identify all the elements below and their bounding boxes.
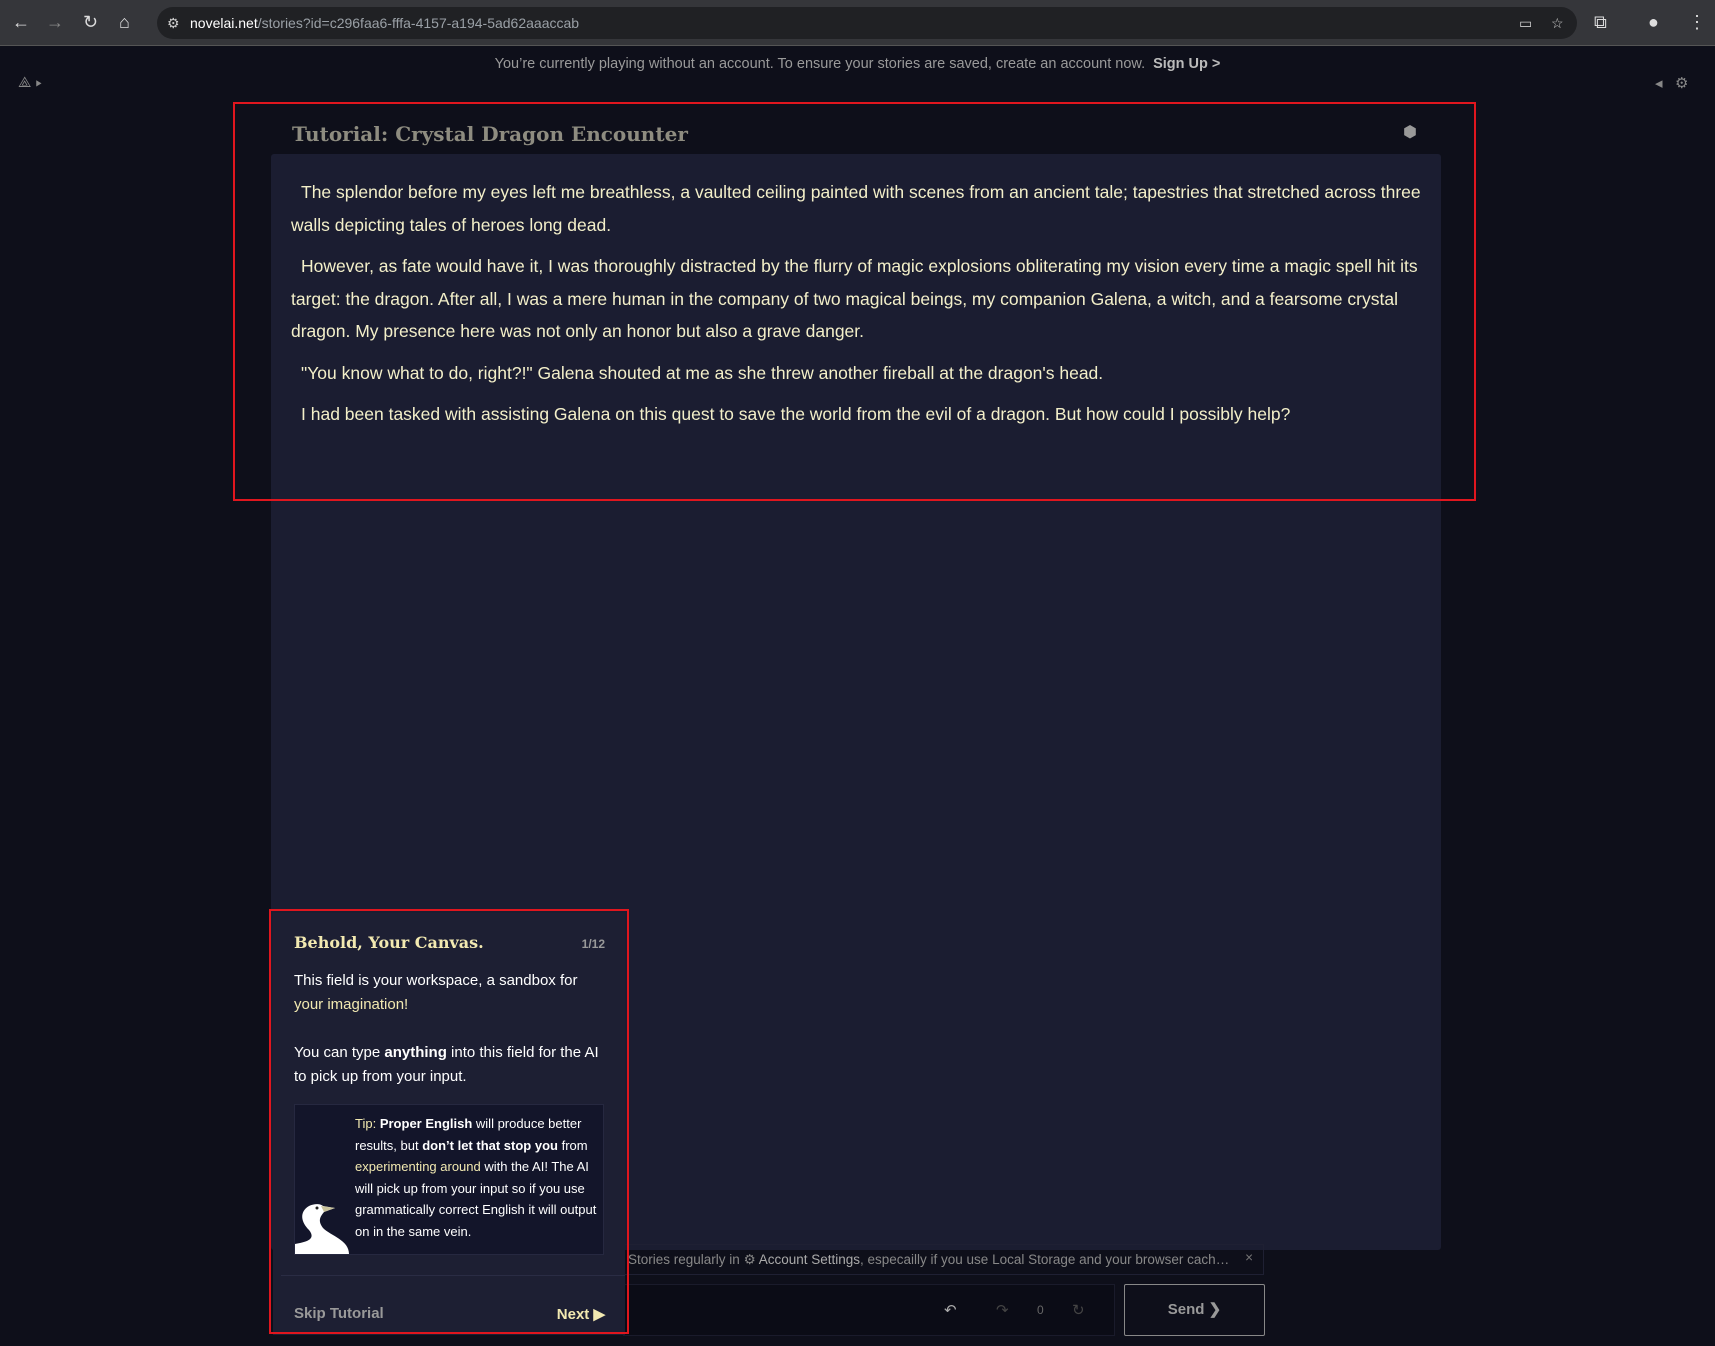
browser-toolbar: ← → ↻ ⌂ ⚙ novelai.net/stories?id=c296faa… (0, 0, 1715, 46)
bookmark-star-icon[interactable]: ☆ (1551, 15, 1564, 32)
site-settings-icon[interactable]: ⚙ (167, 15, 180, 32)
install-icon[interactable]: ▭ (1519, 15, 1532, 32)
retry-icon[interactable]: ↻ (1072, 1301, 1085, 1319)
back-icon[interactable]: ← (12, 12, 30, 33)
logo-icon[interactable]: ⟁ ▸ (18, 74, 42, 91)
profile-avatar[interactable]: ● (1648, 12, 1659, 33)
highlight-box (233, 102, 1476, 501)
close-icon[interactable]: × (1245, 1250, 1253, 1265)
extensions-icon[interactable]: ⧉ (1594, 12, 1607, 33)
reload-icon[interactable]: ↻ (83, 12, 98, 33)
settings-gear-icon[interactable]: ⚙ (1675, 74, 1688, 92)
undo-icon[interactable]: ↶ (944, 1301, 957, 1319)
send-button[interactable]: Send ❯ (1124, 1284, 1265, 1336)
retry-count: 0 (1037, 1303, 1044, 1317)
account-banner: You’re currently playing without an acco… (494, 56, 1221, 72)
chevron-right-icon: ❯ (1208, 1301, 1222, 1318)
collapse-right-icon[interactable]: ◂ (1655, 74, 1663, 92)
url-text: novelai.net/stories?id=c296faa6-fffa-415… (190, 15, 580, 31)
backup-notice: Stories regularly in ⚙ Account Settings,… (623, 1244, 1264, 1275)
home-icon[interactable]: ⌂ (119, 12, 130, 33)
address-bar[interactable]: ⚙ novelai.net/stories?id=c296faa6-fffa-4… (157, 7, 1577, 39)
gear-icon: ⚙ (743, 1252, 756, 1267)
redo-icon[interactable]: ↷ (996, 1301, 1009, 1319)
account-settings-link[interactable]: Account Settings (759, 1252, 860, 1267)
sign-up-link[interactable]: Sign Up > (1153, 56, 1220, 72)
menu-icon[interactable]: ⋮ (1688, 12, 1706, 33)
input-field[interactable]: ↶ ↷ 0 ↻ (623, 1284, 1115, 1336)
forward-icon[interactable]: → (46, 12, 64, 33)
highlight-box (269, 909, 629, 1334)
